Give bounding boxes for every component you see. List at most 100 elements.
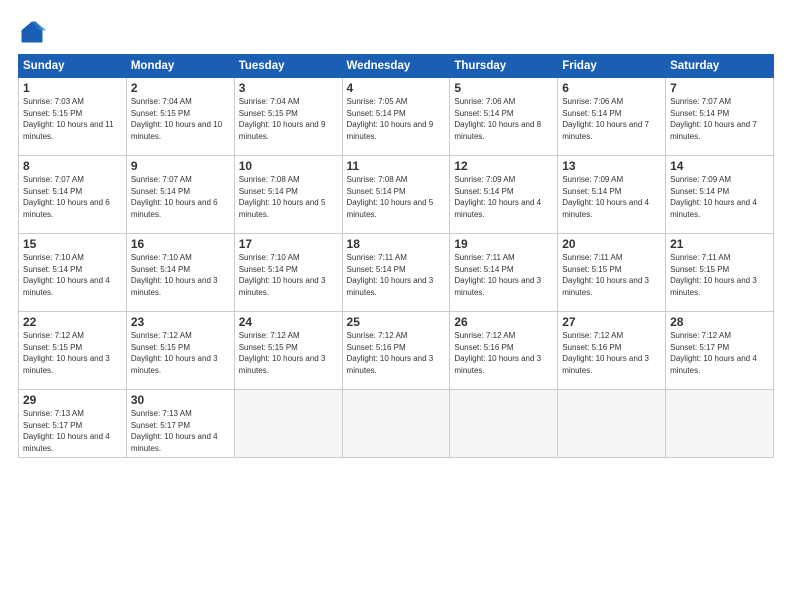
day-info: Sunrise: 7:08 AMSunset: 5:14 PMDaylight:… xyxy=(239,174,338,220)
day-info: Sunrise: 7:04 AMSunset: 5:15 PMDaylight:… xyxy=(239,96,338,142)
day-info: Sunrise: 7:12 AMSunset: 5:17 PMDaylight:… xyxy=(670,330,769,376)
day-info: Sunrise: 7:08 AMSunset: 5:14 PMDaylight:… xyxy=(347,174,446,220)
day-number: 3 xyxy=(239,81,338,95)
day-number: 7 xyxy=(670,81,769,95)
calendar-body: 1Sunrise: 7:03 AMSunset: 5:15 PMDaylight… xyxy=(19,78,774,458)
day-number: 21 xyxy=(670,237,769,251)
day-info: Sunrise: 7:11 AMSunset: 5:15 PMDaylight:… xyxy=(562,252,661,298)
table-row: 21Sunrise: 7:11 AMSunset: 5:15 PMDayligh… xyxy=(666,234,774,312)
table-row: 19Sunrise: 7:11 AMSunset: 5:14 PMDayligh… xyxy=(450,234,558,312)
day-info: Sunrise: 7:10 AMSunset: 5:14 PMDaylight:… xyxy=(23,252,122,298)
day-info: Sunrise: 7:09 AMSunset: 5:14 PMDaylight:… xyxy=(454,174,553,220)
day-info: Sunrise: 7:07 AMSunset: 5:14 PMDaylight:… xyxy=(23,174,122,220)
day-info: Sunrise: 7:05 AMSunset: 5:14 PMDaylight:… xyxy=(347,96,446,142)
header-sunday: Sunday xyxy=(19,55,127,78)
day-info: Sunrise: 7:10 AMSunset: 5:14 PMDaylight:… xyxy=(131,252,230,298)
day-number: 5 xyxy=(454,81,553,95)
day-info: Sunrise: 7:07 AMSunset: 5:14 PMDaylight:… xyxy=(131,174,230,220)
day-info: Sunrise: 7:09 AMSunset: 5:14 PMDaylight:… xyxy=(670,174,769,220)
table-row: 9Sunrise: 7:07 AMSunset: 5:14 PMDaylight… xyxy=(126,156,234,234)
day-number: 18 xyxy=(347,237,446,251)
day-number: 29 xyxy=(23,393,122,407)
logo-icon xyxy=(18,18,46,46)
day-number: 13 xyxy=(562,159,661,173)
day-number: 6 xyxy=(562,81,661,95)
day-number: 27 xyxy=(562,315,661,329)
day-info: Sunrise: 7:12 AMSunset: 5:16 PMDaylight:… xyxy=(454,330,553,376)
day-info: Sunrise: 7:11 AMSunset: 5:15 PMDaylight:… xyxy=(670,252,769,298)
table-row: 12Sunrise: 7:09 AMSunset: 5:14 PMDayligh… xyxy=(450,156,558,234)
table-row: 14Sunrise: 7:09 AMSunset: 5:14 PMDayligh… xyxy=(666,156,774,234)
table-row: 27Sunrise: 7:12 AMSunset: 5:16 PMDayligh… xyxy=(558,312,666,390)
day-number: 24 xyxy=(239,315,338,329)
table-row: 22Sunrise: 7:12 AMSunset: 5:15 PMDayligh… xyxy=(19,312,127,390)
day-info: Sunrise: 7:04 AMSunset: 5:15 PMDaylight:… xyxy=(131,96,230,142)
day-number: 28 xyxy=(670,315,769,329)
day-info: Sunrise: 7:06 AMSunset: 5:14 PMDaylight:… xyxy=(562,96,661,142)
table-row: 18Sunrise: 7:11 AMSunset: 5:14 PMDayligh… xyxy=(342,234,450,312)
table-row: 29Sunrise: 7:13 AMSunset: 5:17 PMDayligh… xyxy=(19,390,127,458)
table-row xyxy=(342,390,450,458)
table-row: 25Sunrise: 7:12 AMSunset: 5:16 PMDayligh… xyxy=(342,312,450,390)
day-number: 19 xyxy=(454,237,553,251)
day-info: Sunrise: 7:06 AMSunset: 5:14 PMDaylight:… xyxy=(454,96,553,142)
table-row xyxy=(450,390,558,458)
header-row: Sunday Monday Tuesday Wednesday Thursday… xyxy=(19,55,774,78)
day-info: Sunrise: 7:09 AMSunset: 5:14 PMDaylight:… xyxy=(562,174,661,220)
day-number: 16 xyxy=(131,237,230,251)
header-thursday: Thursday xyxy=(450,55,558,78)
table-row xyxy=(666,390,774,458)
table-row: 23Sunrise: 7:12 AMSunset: 5:15 PMDayligh… xyxy=(126,312,234,390)
table-row: 6Sunrise: 7:06 AMSunset: 5:14 PMDaylight… xyxy=(558,78,666,156)
day-number: 1 xyxy=(23,81,122,95)
day-info: Sunrise: 7:13 AMSunset: 5:17 PMDaylight:… xyxy=(23,408,122,454)
table-row: 3Sunrise: 7:04 AMSunset: 5:15 PMDaylight… xyxy=(234,78,342,156)
day-number: 8 xyxy=(23,159,122,173)
header-saturday: Saturday xyxy=(666,55,774,78)
table-row: 28Sunrise: 7:12 AMSunset: 5:17 PMDayligh… xyxy=(666,312,774,390)
day-number: 14 xyxy=(670,159,769,173)
day-info: Sunrise: 7:10 AMSunset: 5:14 PMDaylight:… xyxy=(239,252,338,298)
table-row: 8Sunrise: 7:07 AMSunset: 5:14 PMDaylight… xyxy=(19,156,127,234)
day-number: 12 xyxy=(454,159,553,173)
table-row: 2Sunrise: 7:04 AMSunset: 5:15 PMDaylight… xyxy=(126,78,234,156)
day-number: 22 xyxy=(23,315,122,329)
day-number: 26 xyxy=(454,315,553,329)
header-monday: Monday xyxy=(126,55,234,78)
day-number: 20 xyxy=(562,237,661,251)
header-wednesday: Wednesday xyxy=(342,55,450,78)
day-info: Sunrise: 7:12 AMSunset: 5:15 PMDaylight:… xyxy=(239,330,338,376)
day-info: Sunrise: 7:11 AMSunset: 5:14 PMDaylight:… xyxy=(347,252,446,298)
day-info: Sunrise: 7:12 AMSunset: 5:16 PMDaylight:… xyxy=(347,330,446,376)
day-info: Sunrise: 7:13 AMSunset: 5:17 PMDaylight:… xyxy=(131,408,230,454)
table-row: 26Sunrise: 7:12 AMSunset: 5:16 PMDayligh… xyxy=(450,312,558,390)
table-row: 10Sunrise: 7:08 AMSunset: 5:14 PMDayligh… xyxy=(234,156,342,234)
day-number: 15 xyxy=(23,237,122,251)
table-row xyxy=(234,390,342,458)
day-number: 4 xyxy=(347,81,446,95)
day-number: 2 xyxy=(131,81,230,95)
table-row: 16Sunrise: 7:10 AMSunset: 5:14 PMDayligh… xyxy=(126,234,234,312)
table-row: 30Sunrise: 7:13 AMSunset: 5:17 PMDayligh… xyxy=(126,390,234,458)
table-row: 11Sunrise: 7:08 AMSunset: 5:14 PMDayligh… xyxy=(342,156,450,234)
table-row: 24Sunrise: 7:12 AMSunset: 5:15 PMDayligh… xyxy=(234,312,342,390)
table-row: 13Sunrise: 7:09 AMSunset: 5:14 PMDayligh… xyxy=(558,156,666,234)
day-number: 30 xyxy=(131,393,230,407)
header-friday: Friday xyxy=(558,55,666,78)
day-number: 25 xyxy=(347,315,446,329)
logo xyxy=(18,18,50,46)
day-info: Sunrise: 7:11 AMSunset: 5:14 PMDaylight:… xyxy=(454,252,553,298)
day-info: Sunrise: 7:12 AMSunset: 5:15 PMDaylight:… xyxy=(131,330,230,376)
day-number: 17 xyxy=(239,237,338,251)
calendar-header: Sunday Monday Tuesday Wednesday Thursday… xyxy=(19,55,774,78)
table-row: 20Sunrise: 7:11 AMSunset: 5:15 PMDayligh… xyxy=(558,234,666,312)
day-info: Sunrise: 7:07 AMSunset: 5:14 PMDaylight:… xyxy=(670,96,769,142)
table-row: 4Sunrise: 7:05 AMSunset: 5:14 PMDaylight… xyxy=(342,78,450,156)
day-number: 10 xyxy=(239,159,338,173)
calendar-page: Sunday Monday Tuesday Wednesday Thursday… xyxy=(0,0,792,612)
header-tuesday: Tuesday xyxy=(234,55,342,78)
day-info: Sunrise: 7:03 AMSunset: 5:15 PMDaylight:… xyxy=(23,96,122,142)
table-row: 15Sunrise: 7:10 AMSunset: 5:14 PMDayligh… xyxy=(19,234,127,312)
header xyxy=(18,18,774,46)
day-number: 23 xyxy=(131,315,230,329)
